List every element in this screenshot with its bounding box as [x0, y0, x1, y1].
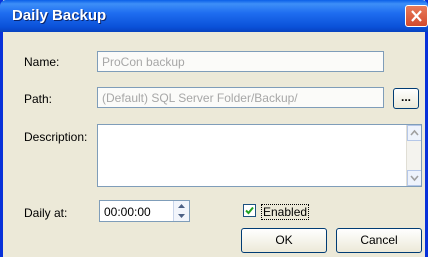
enabled-label[interactable]: Enabled: [261, 204, 310, 220]
scroll-down-icon: [408, 174, 421, 186]
description-label: Description:: [24, 130, 88, 144]
enabled-checkbox[interactable]: [243, 204, 256, 217]
spin-down-icon[interactable]: [174, 211, 189, 221]
window-title: Daily Backup: [12, 7, 107, 24]
description-field[interactable]: [97, 124, 422, 187]
time-spinner[interactable]: [173, 201, 189, 221]
spin-up-icon[interactable]: [174, 201, 189, 211]
title-bar[interactable]: Daily Backup: [0, 0, 428, 32]
scroll-down-button[interactable]: [407, 170, 421, 186]
browse-button[interactable]: ...: [393, 88, 419, 109]
time-value: 00:00:00: [104, 205, 151, 219]
cancel-button[interactable]: Cancel: [336, 228, 422, 253]
path-field[interactable]: (Default) SQL Server Folder/Backup/: [97, 87, 384, 108]
daily-at-label: Daily at:: [24, 206, 68, 220]
description-scrollbar[interactable]: [406, 125, 421, 186]
name-label: Name:: [24, 55, 60, 69]
name-field[interactable]: ProCon backup: [97, 51, 384, 72]
path-label: Path:: [24, 92, 53, 106]
daily-backup-dialog: Daily Backup Name: ProCon backup Path: (…: [0, 0, 428, 257]
scroll-up-icon: [408, 129, 421, 143]
close-button[interactable]: [405, 5, 428, 27]
ok-button[interactable]: OK: [241, 228, 327, 253]
scroll-up-button[interactable]: [407, 125, 421, 143]
time-field[interactable]: 00:00:00: [99, 200, 190, 222]
